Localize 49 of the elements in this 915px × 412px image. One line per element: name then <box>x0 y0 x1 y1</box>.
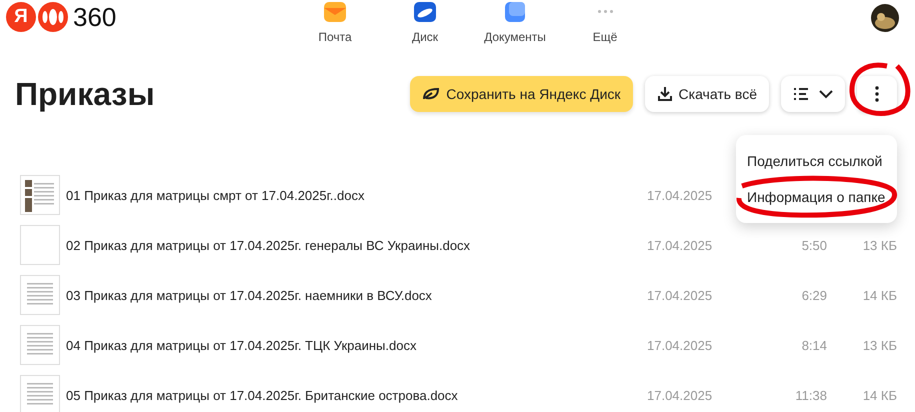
file-name: 05 Приказ для матрицы от 17.04.2025г. Британские острова.docx <box>66 388 459 402</box>
file-time: 5:50 <box>800 238 827 252</box>
menu-item[interactable]: Поделиться ссылкой <box>736 143 897 179</box>
file-row[interactable]: 05 Приказ для матрицы от 17.04.2025г. Британские острова.docx 17.04.2025 11:38 14 КБ <box>15 370 897 412</box>
file-row[interactable]: 04 Приказ для матрицы от 17.04.2025г. ТЦК Украины.docx 17.04.2025 8:14 13 КБ <box>15 320 897 370</box>
file-row[interactable]: 02 Приказ для матрицы от 17.04.2025г. генералы ВС Украины.docx 17.04.2025 5:50 13 КБ <box>15 220 897 270</box>
file-time: 6:29 <box>800 288 827 302</box>
file-date: 17.04.2025 <box>647 388 714 402</box>
logo-icon <box>38 2 68 32</box>
app-link[interactable]: Диск <box>380 0 470 44</box>
file-name: 04 Приказ для матрицы от 17.04.2025г. ТЦК Украины.docx <box>66 338 418 352</box>
more-button[interactable] <box>857 76 897 112</box>
envelope-icon <box>323 0 347 24</box>
menu-item[interactable]: Информация о папке <box>736 179 897 215</box>
file-date: 17.04.2025 <box>647 338 714 352</box>
chevron-down-icon <box>819 90 833 98</box>
file-date: 17.04.2025 <box>647 288 714 302</box>
download-all-button[interactable]: Скачать всё <box>644 76 769 112</box>
file-size: 13 КБ <box>862 238 897 252</box>
app-link[interactable]: Документы <box>470 0 560 44</box>
view-mode-button[interactable] <box>781 76 845 112</box>
list-icon <box>793 87 809 101</box>
file-size: 13 КБ <box>862 338 897 352</box>
logo-text: 360 <box>73 2 116 32</box>
document-thumbnail <box>20 275 60 315</box>
leaf-icon <box>422 87 440 101</box>
document-thumbnail <box>20 375 60 412</box>
file-size: 14 КБ <box>862 388 897 402</box>
file-size: 14 КБ <box>862 288 897 302</box>
file-time: 11:38 <box>794 388 827 402</box>
file-name: 01 Приказ для матрицы смрт от 17.04.2025г..docx <box>66 188 366 202</box>
app-link[interactable]: Ещё <box>560 0 650 44</box>
save-to-disk-button[interactable]: Сохранить на Яндекс Диск <box>410 76 633 112</box>
file-date: 17.04.2025 <box>647 238 714 252</box>
file-name: 03 Приказ для матрицы от 17.04.2025г. наемники в ВСУ.docx <box>66 288 433 302</box>
document-thumbnail <box>20 175 60 215</box>
logo-letter: Я <box>6 2 36 32</box>
folder-title: Приказы <box>15 76 156 112</box>
download-icon <box>656 86 673 102</box>
file-time: 8:14 <box>800 338 827 352</box>
document-thumbnail <box>20 225 60 265</box>
more-icon <box>598 10 612 13</box>
document-icon <box>503 0 527 24</box>
avatar[interactable] <box>871 4 899 32</box>
file-name: 02 Приказ для матрицы от 17.04.2025г. генералы ВС Украины.docx <box>66 238 472 252</box>
file-row[interactable]: 03 Приказ для матрицы от 17.04.2025г. наемники в ВСУ.docx 17.04.2025 6:29 14 КБ <box>15 270 897 320</box>
kebab-icon <box>875 86 879 102</box>
app-link[interactable]: Почта <box>290 0 380 44</box>
document-thumbnail <box>20 325 60 365</box>
